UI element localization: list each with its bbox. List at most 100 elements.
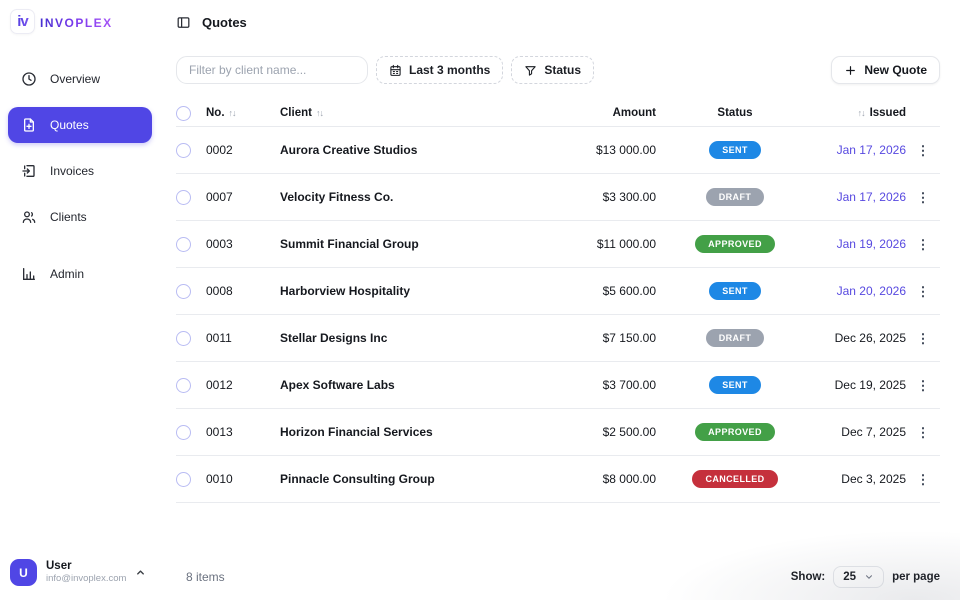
client-name: Aurora Creative Studios (280, 143, 418, 157)
row-checkbox[interactable] (176, 236, 191, 252)
row-menu-button[interactable]: ⋮ (917, 238, 930, 251)
status-badge: APPROVED (695, 235, 775, 253)
table-row: 0002 Aurora Creative Studios $13 000.00 … (176, 127, 940, 174)
table-row: 0008 Harborview Hospitality $5 600.00 SE… (176, 268, 940, 315)
bar-chart-icon (21, 266, 37, 282)
row-checkbox[interactable] (176, 189, 191, 205)
header-amount[interactable]: Amount (530, 107, 660, 119)
status-cell: APPROVED (660, 423, 810, 441)
status-filter-button[interactable]: Status (511, 56, 595, 84)
quote-amount: $3 700.00 (602, 378, 656, 392)
client-filter-input[interactable] (176, 56, 368, 84)
date-range-filter-label: Last 3 months (409, 63, 491, 77)
page-size-value: 25 (843, 571, 857, 583)
sidebar-item-quotes[interactable]: Quotes (8, 107, 152, 143)
sidebar-item-invoices[interactable]: Invoices (8, 153, 152, 189)
users-icon (21, 209, 37, 225)
table-body: 0002 Aurora Creative Studios $13 000.00 … (176, 127, 940, 503)
row-checkbox[interactable] (176, 424, 191, 440)
row-checkbox[interactable] (176, 142, 191, 158)
user-meta: User info@invoplex.com (46, 560, 126, 584)
row-checkbox[interactable] (176, 330, 191, 346)
quote-amount: $7 150.00 (602, 331, 656, 345)
sort-icon: ↑↓ (228, 108, 237, 118)
table-row: 0010 Pinnacle Consulting Group $8 000.00… (176, 456, 940, 503)
user-menu[interactable]: U User info@invoplex.com (8, 559, 152, 586)
quote-number: 0002 (206, 143, 233, 157)
status-cell: SENT (660, 141, 810, 159)
quote-number: 0007 (206, 190, 233, 204)
calendar-icon (389, 64, 402, 77)
issued-date: Jan 19, 2026 (836, 237, 906, 251)
page-size-select[interactable]: 25 (833, 566, 885, 588)
sidebar-item-clients[interactable]: Clients (8, 199, 152, 235)
status-badge: APPROVED (695, 423, 775, 441)
quotes-table: No. ↑↓ Client ↑↓ Amount Status ↑↓ Issued… (176, 100, 940, 503)
sidebar-item-admin[interactable]: Admin (8, 256, 152, 292)
chevron-up-icon (135, 567, 146, 578)
status-badge: SENT (709, 141, 761, 159)
status-cell: SENT (660, 282, 810, 300)
sidebar-nav: Overview Quotes Invoices Clients Admin (8, 61, 152, 292)
header-client[interactable]: Client ↑↓ (280, 107, 530, 119)
row-menu-button[interactable]: ⋮ (917, 332, 930, 345)
client-name: Horizon Financial Services (280, 425, 433, 439)
status-cell: APPROVED (660, 235, 810, 253)
row-menu-button[interactable]: ⋮ (917, 379, 930, 392)
row-menu-button[interactable]: ⋮ (917, 191, 930, 204)
quote-number: 0008 (206, 284, 233, 298)
new-quote-button[interactable]: New Quote (831, 56, 940, 84)
quote-number: 0010 (206, 472, 233, 486)
user-name: User (46, 560, 72, 573)
sidebar-item-label: Quotes (50, 118, 89, 132)
brand-mark-icon: iv (10, 9, 35, 34)
row-menu-button[interactable]: ⋮ (917, 426, 930, 439)
sort-icon: ↑↓ (315, 108, 324, 118)
topbar: Quotes (176, 0, 940, 43)
status-badge: CANCELLED (692, 470, 778, 488)
plus-icon (844, 64, 857, 77)
row-checkbox[interactable] (176, 471, 191, 487)
status-badge: SENT (709, 376, 761, 394)
panel-left-icon[interactable] (176, 15, 191, 30)
issued-date: Jan 20, 2026 (836, 284, 906, 298)
brand-logo: iv invoplex (8, 9, 152, 34)
table-header-row: No. ↑↓ Client ↑↓ Amount Status ↑↓ Issued (176, 100, 940, 127)
sidebar-item-label: Overview (50, 72, 101, 86)
quote-amount: $3 300.00 (602, 190, 656, 204)
header-no[interactable]: No. ↑↓ (206, 107, 280, 119)
status-badge: DRAFT (705, 188, 765, 206)
row-checkbox[interactable] (176, 283, 191, 299)
header-issued[interactable]: ↑↓ Issued (810, 107, 906, 119)
client-name: Apex Software Labs (280, 378, 395, 392)
status-badge: SENT (709, 282, 761, 300)
client-name: Summit Financial Group (280, 237, 419, 251)
select-all-checkbox[interactable] (176, 105, 191, 121)
row-menu-button[interactable]: ⋮ (917, 144, 930, 157)
date-range-filter-button[interactable]: Last 3 months (376, 56, 504, 84)
user-email: info@invoplex.com (46, 572, 127, 584)
client-name: Velocity Fitness Co. (280, 190, 394, 204)
status-cell: CANCELLED (660, 470, 810, 488)
per-page-label: per page (892, 571, 940, 583)
row-checkbox[interactable] (176, 377, 191, 393)
issued-date: Jan 17, 2026 (836, 143, 906, 157)
row-menu-button[interactable]: ⋮ (917, 285, 930, 298)
table-row: 0013 Horizon Financial Services $2 500.0… (176, 409, 940, 456)
page-title: Quotes (202, 15, 247, 30)
issued-date: Dec 26, 2025 (834, 331, 906, 345)
quote-amount: $13 000.00 (595, 143, 656, 157)
table-row: 0003 Summit Financial Group $11 000.00 A… (176, 221, 940, 268)
issued-date: Dec 3, 2025 (841, 472, 906, 486)
sidebar-item-label: Clients (50, 210, 87, 224)
items-count: 8 items (186, 570, 225, 584)
sidebar: iv invoplex Overview Quotes Invoices Cli… (0, 0, 160, 600)
header-status[interactable]: Status (660, 107, 810, 119)
sidebar-item-overview[interactable]: Overview (8, 61, 152, 97)
sort-icon: ↑↓ (857, 108, 866, 118)
status-badge: DRAFT (705, 329, 765, 347)
row-menu-button[interactable]: ⋮ (917, 473, 930, 486)
file-plus-icon (21, 117, 37, 133)
show-label: Show: (790, 571, 826, 583)
status-cell: DRAFT (660, 188, 810, 206)
